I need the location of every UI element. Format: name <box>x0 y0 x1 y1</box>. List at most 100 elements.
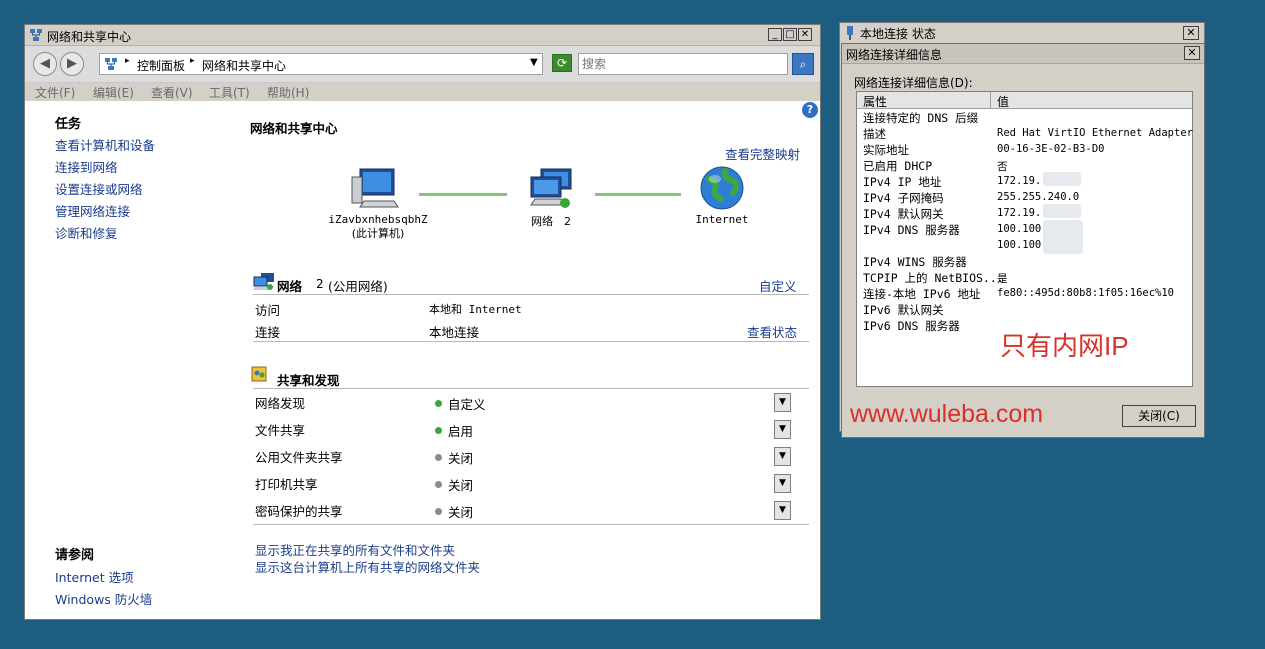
detail-row-property[interactable]: IPv6 默认网关 <box>863 302 944 318</box>
sharing-row-label: 公用文件夹共享 <box>255 450 343 465</box>
minimize-button[interactable]: _ <box>768 28 782 41</box>
network-section-number: 2 <box>316 276 324 291</box>
view-status-link[interactable]: 查看状态 <box>747 322 797 341</box>
network-name: 网络 2 <box>531 215 571 228</box>
sharing-row-value: 关闭 <box>448 505 474 520</box>
column-header-property[interactable]: 属性 <box>863 93 887 110</box>
network-sharing-center-window: 网络和共享中心 _ □ ✕ ◀ ▶ ▸ 控制面板 ▸ 网络和共享中心 ▼ ⟳ ⌕… <box>24 24 821 620</box>
menu-help[interactable]: 帮助(H) <box>267 84 309 101</box>
detail-row-property[interactable]: IPv6 DNS 服务器 <box>863 318 960 334</box>
title-bar[interactable]: 网络连接详细信息 ✕ <box>842 44 1204 64</box>
detail-row-property[interactable]: IPv4 WINS 服务器 <box>863 254 967 270</box>
search-input[interactable] <box>578 53 788 75</box>
task-view-computers[interactable]: 查看计算机和设备 <box>55 135 155 154</box>
sharing-row-value: 关闭 <box>448 451 474 466</box>
sharing-row-value: 关闭 <box>448 478 474 493</box>
expand-printer-sharing-button[interactable]: ▼ <box>774 474 791 493</box>
view-full-map-link[interactable]: 查看完整映射 <box>725 144 800 163</box>
details-label: 网络连接详细信息(D): <box>854 76 973 90</box>
detail-row-value[interactable]: 是 <box>997 271 1008 287</box>
status-on-icon <box>435 400 442 407</box>
detail-row-value[interactable]: 172.19. <box>997 207 1041 223</box>
task-diagnose-repair[interactable]: 诊断和修复 <box>55 223 118 242</box>
search-button[interactable]: ⌕ <box>792 53 814 75</box>
breadcrumb-control-panel[interactable]: 控制面板 <box>137 57 185 74</box>
menu-tools[interactable]: 工具(T) <box>209 84 250 101</box>
breadcrumb[interactable]: ▸ 控制面板 ▸ 网络和共享中心 ▼ <box>99 53 543 75</box>
connection-line <box>419 193 507 196</box>
detail-row-property[interactable]: 实际地址 <box>863 142 909 158</box>
status-on-icon <box>435 427 442 434</box>
task-manage-connections[interactable]: 管理网络连接 <box>55 201 130 220</box>
connection-label: 连接 <box>255 325 281 340</box>
detail-row-value[interactable]: 172.19. <box>997 175 1041 191</box>
close-button[interactable]: ✕ <box>1184 46 1200 60</box>
detail-row-value[interactable]: 否 <box>997 159 1008 175</box>
address-bar: ◀ ▶ ▸ 控制面板 ▸ 网络和共享中心 ▼ ⟳ ⌕ <box>25 46 820 83</box>
connection-value[interactable]: 本地连接 <box>429 322 479 341</box>
sharing-row-label: 文件共享 <box>255 423 306 438</box>
detail-row-property[interactable]: 描述 <box>863 126 886 142</box>
task-connect-network[interactable]: 连接到网络 <box>55 157 118 176</box>
connection-line <box>595 193 681 196</box>
column-divider[interactable] <box>990 92 991 108</box>
sharing-row-label: 打印机共享 <box>255 477 318 492</box>
expand-password-sharing-button[interactable]: ▼ <box>774 501 791 520</box>
breadcrumb-network-center[interactable]: 网络和共享中心 <box>202 57 286 74</box>
see-also-windows-firewall[interactable]: Windows 防火墙 <box>55 589 152 608</box>
column-header-value[interactable]: 值 <box>997 93 1009 110</box>
detail-row-property[interactable]: 已启用 DHCP <box>863 158 932 174</box>
chevron-down-icon[interactable]: ▼ <box>530 57 538 68</box>
computer-icon[interactable] <box>350 167 400 211</box>
menu-edit[interactable]: 编辑(E) <box>93 84 134 101</box>
network-section-type: (公用网络) <box>328 279 388 294</box>
detail-row-value[interactable]: 00-16-3E-02-B3-D0 <box>997 143 1104 159</box>
expand-file-sharing-button[interactable]: ▼ <box>774 420 791 439</box>
window-title: 网络连接详细信息 <box>846 48 943 62</box>
title-bar[interactable]: 网络和共享中心 _ □ ✕ <box>25 25 820 46</box>
detail-row-value[interactable]: fe80::495d:80b8:1f05:16ec%10 <box>997 287 1174 303</box>
task-setup-connection[interactable]: 设置连接或网络 <box>55 179 143 198</box>
watermark-text: www.wuleba.com <box>850 400 1044 428</box>
detail-row-value[interactable]: 100.100. <box>997 239 1048 255</box>
list-header: 属性 值 <box>857 92 1192 109</box>
customize-link[interactable]: 自定义 <box>759 276 797 295</box>
tasks-title: 任务 <box>55 117 82 132</box>
divider <box>253 388 809 389</box>
details-list[interactable]: 属性 值 连接特定的 DNS 后缀 描述 Red Hat VirtIO Ethern… <box>856 91 1193 387</box>
see-also-internet-options[interactable]: Internet 选项 <box>55 567 134 586</box>
globe-icon[interactable] <box>699 165 745 211</box>
refresh-button[interactable]: ⟳ <box>552 54 572 72</box>
detail-row-property[interactable]: TCPIP 上的 NetBIOS... <box>863 270 1004 286</box>
detail-row-property[interactable]: 连接特定的 DNS 后缀 <box>863 110 978 126</box>
status-off-icon <box>435 454 442 461</box>
forward-button[interactable]: ▶ <box>60 52 84 76</box>
network-icon[interactable] <box>525 167 577 211</box>
close-dialog-button[interactable]: 关闭(C) <box>1122 405 1196 427</box>
detail-row-property[interactable]: IPv4 IP 地址 <box>863 174 941 190</box>
detail-row-property[interactable]: 连接-本地 IPv6 地址 <box>863 286 980 302</box>
network-section-name: 网络 <box>277 279 303 294</box>
close-button[interactable]: ✕ <box>1183 26 1199 40</box>
detail-row-value[interactable]: Red Hat VirtIO Ethernet Adapter <box>997 127 1193 143</box>
network-icon <box>253 273 274 290</box>
menu-view[interactable]: 查看(V) <box>151 84 193 101</box>
sharing-section-title: 共享和发现 <box>277 373 340 388</box>
close-button[interactable]: ✕ <box>798 28 812 41</box>
detail-row-value[interactable]: 100.100. <box>997 223 1048 239</box>
menu-file[interactable]: 文件(F) <box>35 84 75 101</box>
sharing-row-label: 密码保护的共享 <box>255 504 343 519</box>
help-icon[interactable]: ? <box>802 102 818 118</box>
chevron-right-icon: ▸ <box>125 56 130 66</box>
maximize-button[interactable]: □ <box>783 28 797 41</box>
back-button[interactable]: ◀ <box>33 52 57 76</box>
computer-subtitle: (此计算机) <box>351 227 405 240</box>
expand-network-discovery-button[interactable]: ▼ <box>774 393 791 412</box>
detail-row-property[interactable]: IPv4 DNS 服务器 <box>863 222 960 238</box>
detail-row-property[interactable]: IPv4 子网掩码 <box>863 190 944 206</box>
detail-row-property[interactable]: IPv4 默认网关 <box>863 206 944 222</box>
redacted-block <box>1043 220 1083 254</box>
page-title: 网络和共享中心 <box>250 121 338 136</box>
show-shared-folders-link[interactable]: 显示这台计算机上所有共享的网络文件夹 <box>255 557 480 576</box>
expand-public-folder-button[interactable]: ▼ <box>774 447 791 466</box>
